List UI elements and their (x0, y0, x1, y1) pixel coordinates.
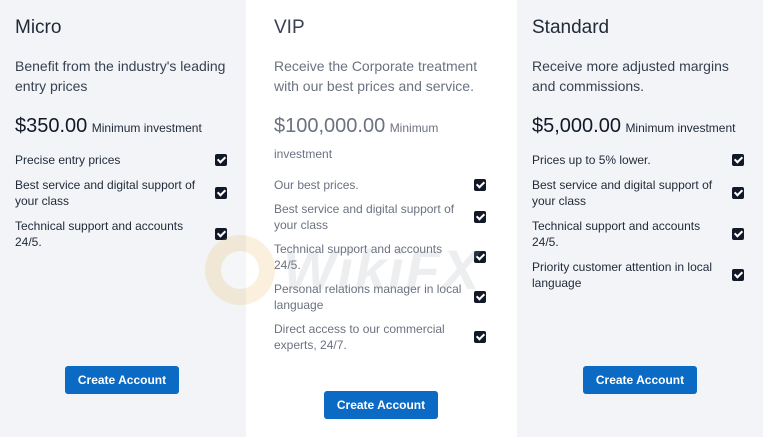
feature-item: Technical support and accounts 24/5. (274, 241, 489, 273)
feature-text: Best service and digital support of your… (532, 178, 713, 208)
plan-description: Benefit from the industry's leading entr… (15, 58, 226, 94)
checkbox-checked-icon (474, 211, 486, 223)
plan-price: $5,000.00 (532, 115, 621, 137)
feature-list: Precise entry prices Best service and di… (15, 152, 230, 259)
plan-price: $100,000.00 (274, 115, 386, 137)
checkbox-checked-icon (732, 154, 744, 166)
feature-text: Personal relations manager in local lang… (274, 282, 462, 312)
checkbox-checked-icon (215, 187, 227, 199)
checkbox-checked-icon (474, 331, 486, 343)
feature-item: Technical support and accounts 24/5. (15, 218, 230, 250)
plan-price-note: Minimum investment (91, 121, 202, 135)
checkbox-checked-icon (215, 228, 227, 240)
feature-text: Direct access to our commercial experts,… (274, 322, 445, 352)
feature-item: Prices up to 5% lower. (532, 152, 747, 168)
plan-price-note: Minimum investment (625, 121, 736, 135)
plan-description: Receive the Corporate treatment with our… (274, 58, 478, 94)
feature-text: Precise entry prices (15, 153, 121, 167)
plan-card-micro: Micro Benefit from the industry's leadin… (0, 0, 246, 437)
checkbox-checked-icon (474, 251, 486, 263)
feature-item: Best service and digital support of your… (532, 177, 747, 209)
plan-price-row: $350.00 Minimum investment (15, 113, 240, 141)
feature-text: Our best prices. (274, 178, 359, 192)
checkbox-checked-icon (474, 179, 486, 191)
plan-price-row: $100,000.00 Minimum investment (274, 113, 474, 167)
feature-text: Priority customer attention in local lan… (532, 260, 713, 290)
checkbox-checked-icon (732, 187, 744, 199)
create-account-button-vip[interactable]: Create Account (324, 391, 438, 419)
plan-description: Receive more adjusted margins and commis… (532, 58, 729, 94)
pricing-plans: Micro Benefit from the industry's leadin… (0, 0, 763, 437)
feature-item: Direct access to our commercial experts,… (274, 321, 489, 353)
feature-text: Best service and digital support of your… (15, 178, 196, 208)
plan-title: Micro (15, 17, 62, 38)
plan-title: Standard (532, 17, 610, 38)
checkbox-checked-icon (215, 154, 227, 166)
feature-text: Technical support and accounts 24/5. (532, 219, 701, 249)
checkbox-checked-icon (474, 291, 486, 303)
plan-price: $350.00 (15, 115, 88, 137)
feature-list: Our best prices. Best service and digita… (274, 177, 489, 361)
feature-text: Technical support and accounts 24/5. (15, 219, 184, 249)
create-account-button-standard[interactable]: Create Account (583, 366, 697, 394)
feature-text: Prices up to 5% lower. (532, 153, 651, 167)
plan-title: VIP (274, 17, 305, 38)
checkbox-checked-icon (732, 228, 744, 240)
feature-list: Prices up to 5% lower. Best service and … (532, 152, 747, 300)
feature-item: Precise entry prices (15, 152, 230, 168)
feature-item: Technical support and accounts 24/5. (532, 218, 747, 250)
feature-text: Best service and digital support of your… (274, 202, 455, 232)
plan-price-row: $5,000.00 Minimum investment (532, 113, 757, 141)
feature-item: Best service and digital support of your… (274, 201, 489, 233)
plan-card-vip: VIP Receive the Corporate treatment with… (246, 0, 517, 437)
plan-card-standard: Standard Receive more adjusted margins a… (517, 0, 763, 437)
feature-item: Our best prices. (274, 177, 489, 193)
create-account-button-micro[interactable]: Create Account (65, 366, 179, 394)
feature-item: Best service and digital support of your… (15, 177, 230, 209)
feature-item: Priority customer attention in local lan… (532, 259, 747, 291)
feature-text: Technical support and accounts 24/5. (274, 242, 443, 272)
checkbox-checked-icon (732, 269, 744, 281)
feature-item: Personal relations manager in local lang… (274, 281, 489, 313)
